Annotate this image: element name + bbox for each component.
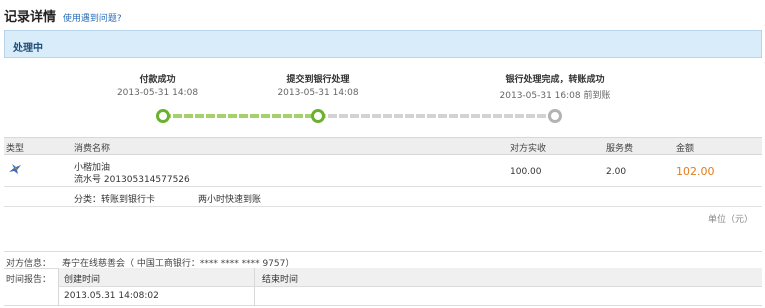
page-title: 记录详情 bbox=[4, 10, 57, 25]
title-row: 记录详情 使用遇到问题? bbox=[4, 6, 122, 25]
created-time-value: 2013.05.31 14:08:02 bbox=[64, 291, 159, 301]
step-time: 2013-05-31 16:08 前到账 bbox=[499, 91, 611, 101]
col-fee: 服务费 bbox=[606, 144, 634, 154]
unit-note: 单位（元） bbox=[707, 215, 753, 225]
category-text: 分类：转账到银行卡 bbox=[74, 195, 156, 205]
time-report-header bbox=[58, 268, 762, 287]
row-divider bbox=[4, 186, 762, 187]
time-report-label: 时间报告： bbox=[6, 275, 52, 285]
col-received: 对方实收 bbox=[510, 144, 547, 154]
progress-node-2 bbox=[311, 109, 325, 123]
total-amount: 102.00 bbox=[676, 165, 715, 178]
created-time-label: 创建时间 bbox=[64, 275, 101, 285]
time-report-table: 创建时间 结束时间 2013.05.31 14:08:02 bbox=[58, 268, 762, 306]
step-bank-submitted: 提交到银行处理 2013-05-31 14:08 bbox=[268, 72, 368, 98]
speed-text: 两小时快速到账 bbox=[198, 195, 262, 205]
received-amount: 100.00 bbox=[510, 167, 542, 177]
column-divider bbox=[58, 268, 59, 306]
table-header: 类型 消费名称 对方实收 服务费 金额 bbox=[4, 137, 762, 155]
step-label: 提交到银行处理 bbox=[286, 75, 350, 85]
col-type: 类型 bbox=[6, 144, 25, 154]
step-label: 银行处理完成，转账成功 bbox=[505, 75, 605, 85]
status-bar: 处理中 bbox=[4, 30, 762, 58]
progress-track-done bbox=[162, 114, 317, 118]
serial-number: 流水号 201305314577526 bbox=[74, 175, 190, 185]
status-text: 处理中 bbox=[13, 43, 43, 54]
column-divider bbox=[254, 268, 255, 306]
counterparty-row: 对方信息： 寿宁在线慈善会（ 中国工商银行：**** **** **** 975… bbox=[4, 251, 762, 269]
service-fee: 2.00 bbox=[606, 167, 627, 177]
ended-time-label: 结束时间 bbox=[262, 275, 299, 285]
time-report-row: 时间报告： 创建时间 结束时间 2013.05.31 14:08:02 bbox=[4, 268, 762, 306]
progress-node-3 bbox=[548, 109, 562, 123]
row-divider bbox=[4, 206, 762, 207]
step-payment-success: 付款成功 2013-05-31 14:08 bbox=[110, 72, 205, 98]
col-amount: 金额 bbox=[676, 144, 695, 154]
step-time: 2013-05-31 14:08 bbox=[277, 88, 359, 98]
step-label: 付款成功 bbox=[139, 75, 176, 85]
col-name: 消费名称 bbox=[74, 144, 111, 154]
transfer-bird-icon bbox=[8, 162, 22, 179]
step-time: 2013-05-31 14:08 bbox=[116, 88, 199, 98]
help-link[interactable]: 使用遇到问题? bbox=[63, 14, 122, 24]
step-transfer-complete: 银行处理完成，转账成功 2013-05-31 16:08 前到账 bbox=[480, 72, 630, 101]
progress-track-pending bbox=[317, 114, 555, 118]
progress-node-1 bbox=[156, 109, 170, 123]
